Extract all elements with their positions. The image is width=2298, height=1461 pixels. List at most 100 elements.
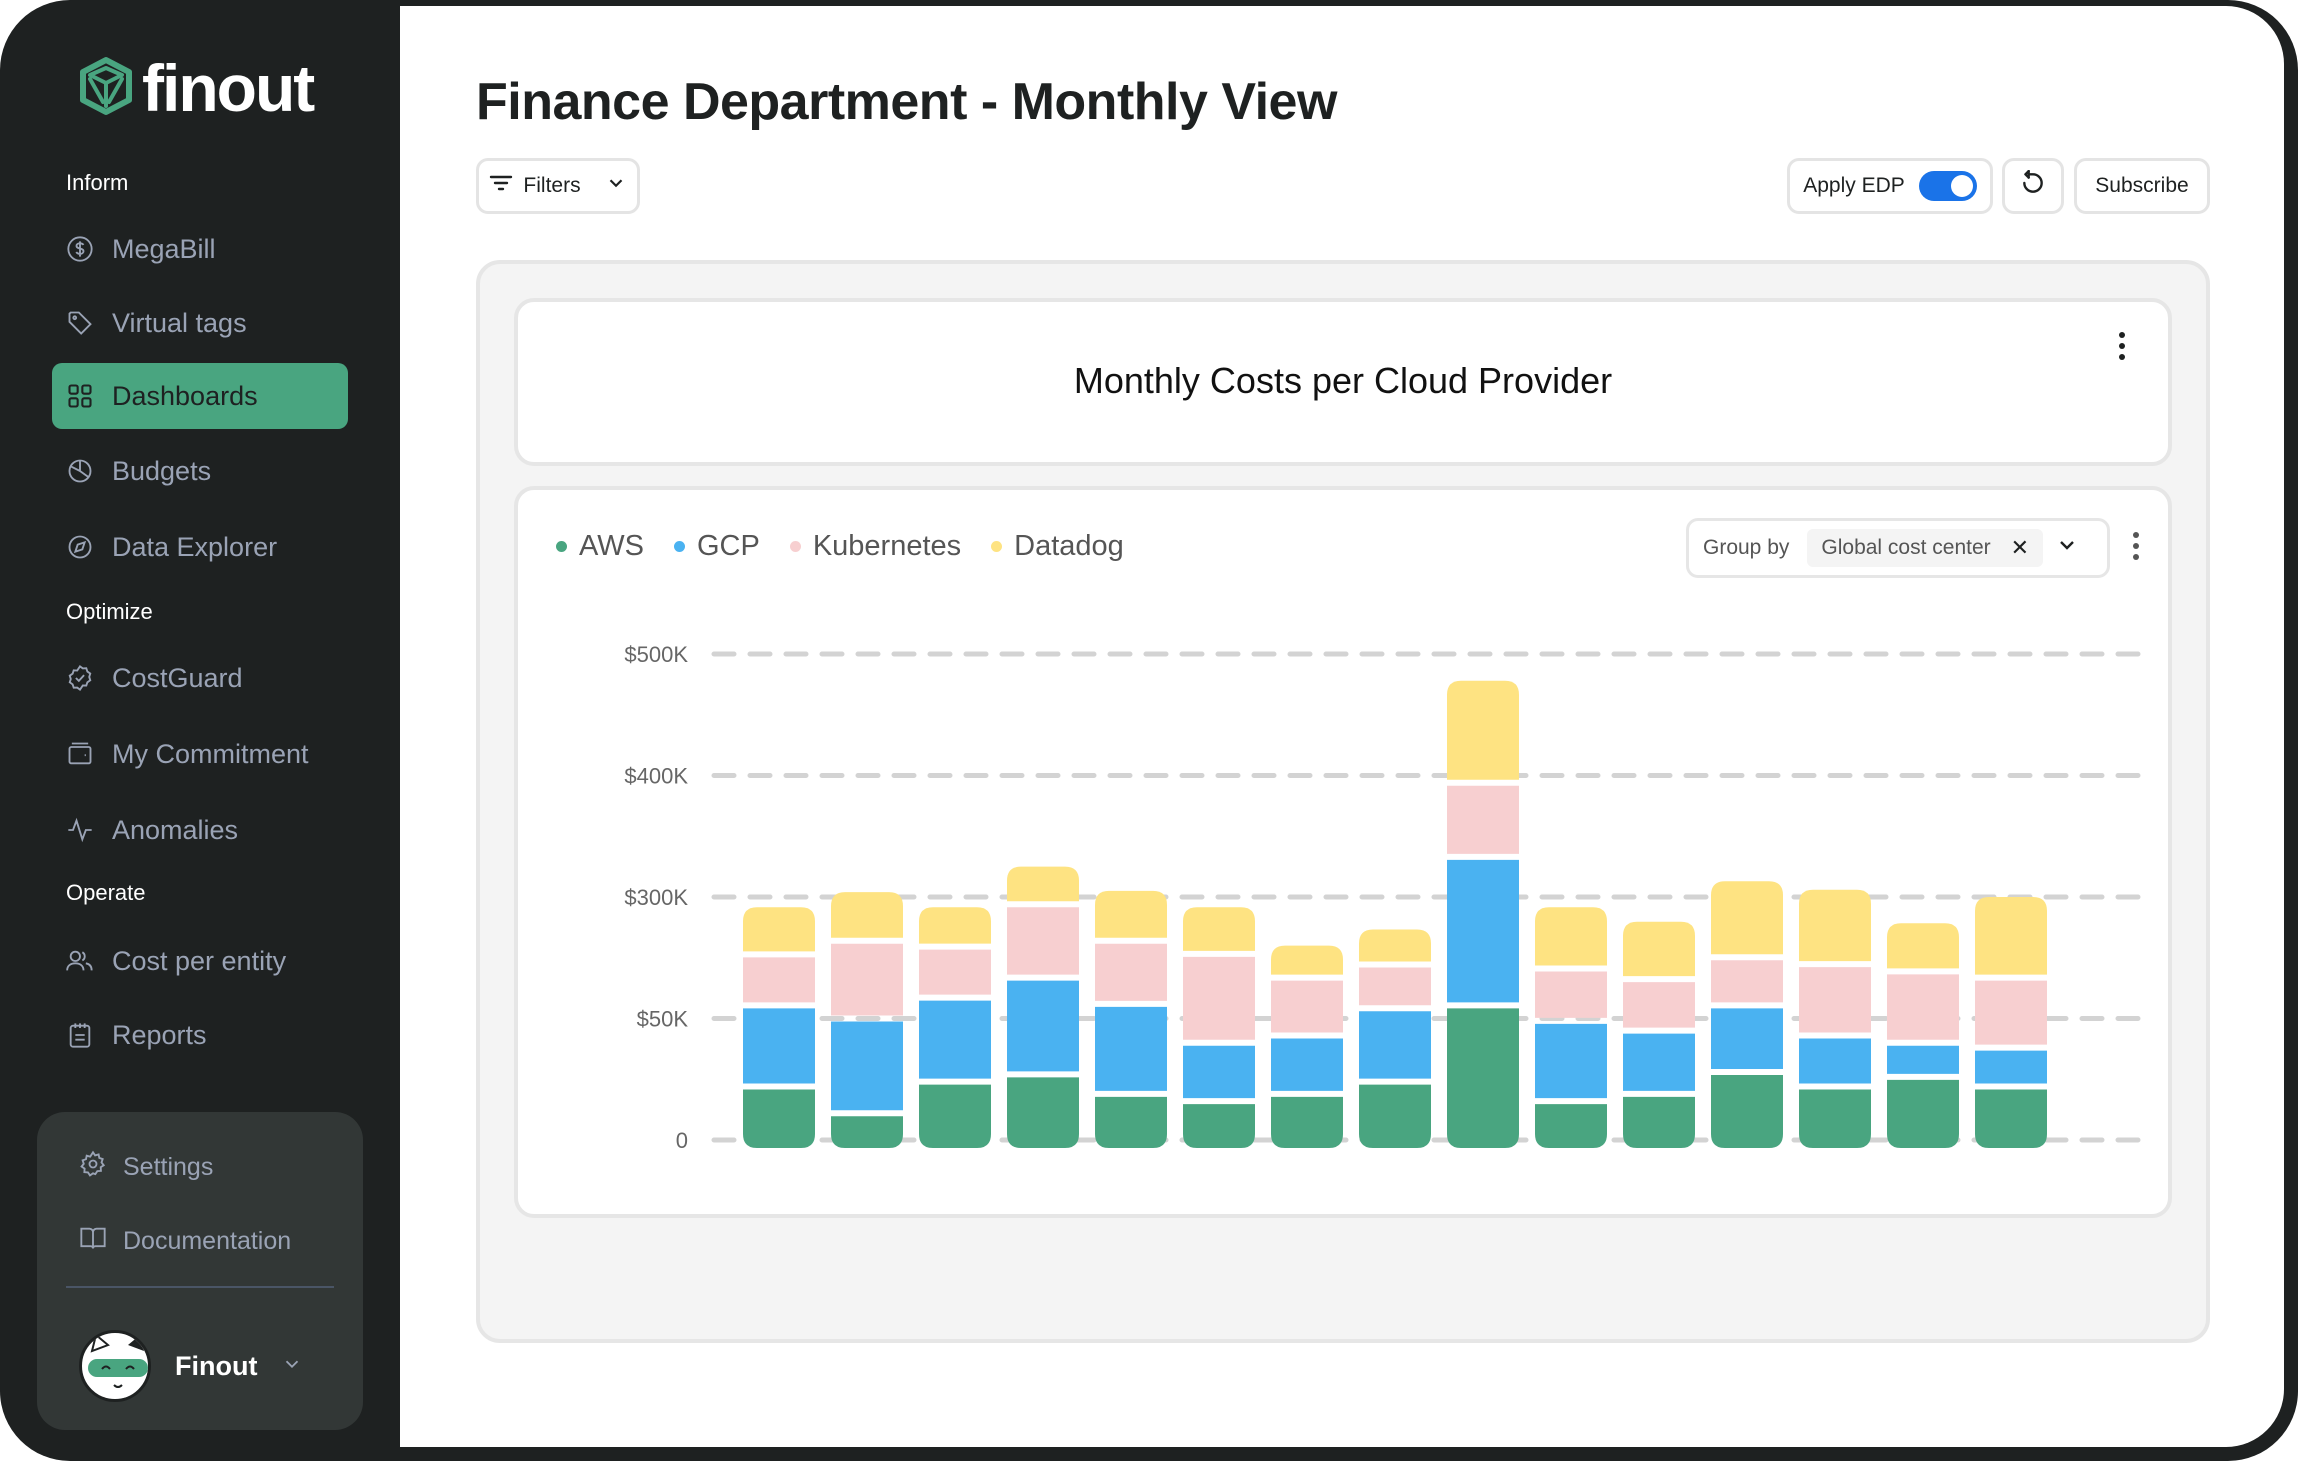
close-icon[interactable]: ✕ <box>2011 535 2029 561</box>
bar-segment-datadog <box>919 907 991 944</box>
bar-stack <box>1359 929 1431 1148</box>
bar-segment-kubernetes <box>1799 967 1871 1033</box>
subscribe-button[interactable]: Subscribe <box>2074 158 2210 214</box>
legend-item-aws[interactable]: AWS <box>556 530 644 563</box>
stacked-bar-chart: 0 $50K $300K $400K $500K <box>624 642 2141 1153</box>
bar-segment-kubernetes <box>1095 943 1167 1001</box>
sidebar-item-label: Cost per entity <box>112 945 287 976</box>
bar-segment-datadog <box>1007 866 1079 902</box>
sidebar-item-reports[interactable]: Reports <box>52 1002 348 1068</box>
legend-dot-icon <box>673 541 685 552</box>
user-menu[interactable]: Finout <box>79 1330 303 1402</box>
bar-stack <box>1887 923 1959 1148</box>
bar-segment-aws <box>919 1084 991 1148</box>
user-name: Finout <box>175 1350 258 1381</box>
bar-segment-kubernetes <box>1623 982 1695 1028</box>
bar-segment-aws <box>1799 1089 1871 1148</box>
sidebar-item-megabill[interactable]: MegaBill <box>52 216 348 282</box>
pie-chart-icon <box>66 457 94 485</box>
bar-stack <box>919 907 991 1148</box>
bar-segment-datadog <box>1799 889 1871 962</box>
legend-item-kubernetes[interactable]: Kubernetes <box>789 530 961 563</box>
bar-segment-gcp <box>1271 1038 1343 1091</box>
brand-name: finout <box>142 51 315 125</box>
users-icon <box>66 947 94 975</box>
bar-segment-kubernetes <box>1007 907 1079 975</box>
documentation-label: Documentation <box>123 1227 292 1255</box>
sidebar-item-label: Dashboards <box>112 380 258 411</box>
group-by-label: Group by <box>1703 536 1790 559</box>
bar-segment-aws <box>1887 1079 1959 1148</box>
page-title: Finance Department - Monthly View <box>476 73 1337 131</box>
bar-segment-aws <box>1447 1008 1519 1148</box>
filter-icon <box>489 173 513 199</box>
clipboard-icon <box>66 1021 94 1049</box>
apply-edp-toggle[interactable] <box>1918 171 1977 201</box>
section-label-optimize: Optimize <box>66 599 153 624</box>
bar-segment-aws <box>1623 1096 1695 1148</box>
bar-segment-kubernetes <box>919 949 991 995</box>
bar-segment-gcp <box>1623 1033 1695 1091</box>
apply-edp-toggle-button[interactable]: Apply EDP <box>1787 158 1993 214</box>
sidebar-item-virtual-tags[interactable]: Virtual tags <box>52 290 348 356</box>
bar-segment-gcp <box>1007 980 1079 1072</box>
bar-segment-datadog <box>1975 897 2047 975</box>
chart-legend: AWS GCP Kubernetes Datadog <box>556 530 1124 563</box>
sidebar-item-cost-per-entity[interactable]: Cost per entity <box>52 928 348 994</box>
bar-segment-aws <box>743 1089 815 1148</box>
legend-item-gcp[interactable]: GCP <box>673 530 760 563</box>
bar-segment-datadog <box>1887 923 1959 969</box>
bar-segment-aws <box>1975 1089 2047 1148</box>
chart-more-menu-icon[interactable] <box>2130 532 2142 560</box>
bar-segment-datadog <box>831 892 903 938</box>
sidebar-item-label: Budgets <box>112 455 212 486</box>
title-more-menu-icon[interactable] <box>2116 332 2128 360</box>
bar-segment-gcp <box>1095 1006 1167 1091</box>
bar-segment-aws <box>1007 1077 1079 1148</box>
sidebar-bottom-panel: Settings Documentation Finout <box>37 1112 363 1430</box>
bar-segment-kubernetes <box>831 943 903 1016</box>
bar-stack <box>1183 907 1255 1148</box>
reset-button[interactable] <box>2002 158 2064 214</box>
documentation-link[interactable]: Documentation <box>79 1224 291 1259</box>
bar-stack <box>1623 921 1695 1148</box>
bar-segment-gcp <box>743 1008 815 1084</box>
y-tick-label: $400K <box>624 764 688 789</box>
finout-logo[interactable]: finout <box>76 51 315 125</box>
sidebar-item-data-explorer[interactable]: Data Explorer <box>52 514 348 580</box>
sidebar-item-budgets[interactable]: Budgets <box>52 438 348 504</box>
group-by-select[interactable]: Group by Global cost center ✕ <box>1686 518 2110 578</box>
bar-segment-gcp <box>1799 1038 1871 1084</box>
badge-check-icon <box>66 664 94 692</box>
sidebar-item-anomalies[interactable]: Anomalies <box>52 797 348 863</box>
wallet-icon <box>66 740 94 768</box>
section-label-inform: Inform <box>66 170 129 195</box>
chevron-down-icon <box>281 1353 303 1380</box>
bar-segment-kubernetes <box>1711 960 1783 1003</box>
bar-stack <box>1095 890 1167 1148</box>
bar-segment-aws <box>831 1116 903 1148</box>
y-tick-label: 0 <box>676 1128 688 1153</box>
bar-segment-aws <box>1095 1096 1167 1148</box>
sidebar-item-label: CostGuard <box>112 662 243 693</box>
chart-card: 0 $50K $300K $400K $500K AWS GCP Kubernetes Dat… <box>514 486 2172 1218</box>
bar-segment-kubernetes <box>1535 971 1607 1018</box>
legend-item-datadog[interactable]: Datadog <box>991 530 1124 563</box>
bar-segment-gcp <box>831 1021 903 1111</box>
compass-icon <box>66 533 94 561</box>
legend-dot-icon <box>789 541 801 552</box>
grid-icon <box>66 382 94 410</box>
bar-segment-datadog <box>1095 890 1167 938</box>
bar-segment-gcp <box>1975 1050 2047 1084</box>
sidebar-item-label: My Commitment <box>112 738 309 769</box>
sidebar-item-costguard[interactable]: CostGuard <box>52 645 348 711</box>
sidebar-item-label: Data Explorer <box>112 531 278 562</box>
filters-button[interactable]: Filters <box>476 158 640 214</box>
bar-segment-gcp <box>1359 1011 1431 1079</box>
sidebar-item-my-commitment[interactable]: My Commitment <box>52 721 348 787</box>
chevron-down-icon[interactable] <box>2055 533 2079 563</box>
sidebar-item-dashboards[interactable]: Dashboards <box>52 363 348 429</box>
bar-segment-datadog <box>1535 907 1607 966</box>
bar-segment-gcp <box>919 1000 991 1079</box>
settings-link[interactable]: Settings <box>79 1150 213 1185</box>
